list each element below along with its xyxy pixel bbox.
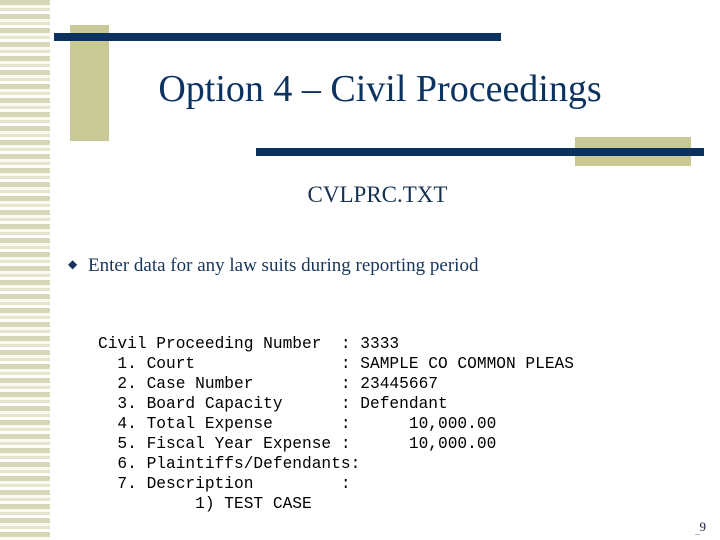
terminal-line: Civil Proceeding Number : 3333 bbox=[98, 335, 400, 353]
terminal-line: 4. Total Expense : 10,000.00 bbox=[98, 415, 497, 433]
terminal-line: 1. Court : SAMPLE CO COMMON PLEAS bbox=[98, 355, 574, 373]
terminal-line: 7. Description : bbox=[98, 475, 351, 493]
bullet-item-label: Enter data for any law suits during repo… bbox=[88, 255, 479, 276]
slide-subtitle-filename: CVLPRC.TXT bbox=[307, 182, 448, 207]
sidebar-stripe-pattern bbox=[0, 0, 50, 540]
presentation-slide: Option 4 – Civil Proceedings CVLPRC.TXT … bbox=[0, 0, 720, 540]
terminal-line: 5. Fiscal Year Expense : 10,000.00 bbox=[98, 435, 497, 453]
slide-title: Option 4 – Civil Proceedings bbox=[158, 68, 602, 110]
bullet-list-item: ◆ Enter data for any law suits during re… bbox=[68, 254, 688, 278]
slide-page-number: _9 bbox=[695, 519, 706, 536]
decorative-navy-rule-bottom bbox=[256, 148, 704, 156]
terminal-line: 1) TEST CASE bbox=[98, 495, 312, 513]
diamond-bullet-icon: ◆ bbox=[68, 257, 78, 271]
terminal-line: 2. Case Number : 23445667 bbox=[98, 375, 438, 393]
terminal-line: 3. Board Capacity : Defendant bbox=[98, 395, 448, 413]
terminal-line: 6. Plaintiffs/Defendants: bbox=[98, 455, 361, 473]
decorative-navy-rule-top bbox=[54, 33, 501, 41]
page-number-tick: _ bbox=[695, 524, 701, 536]
terminal-data-block: Civil Proceeding Number : 3333 1. Court … bbox=[98, 334, 574, 514]
